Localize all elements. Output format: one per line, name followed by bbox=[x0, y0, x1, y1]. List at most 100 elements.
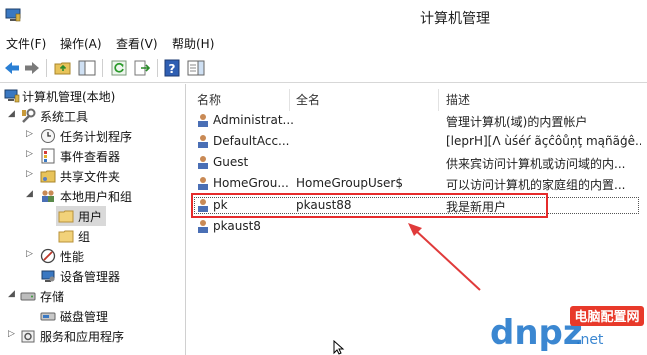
tree-item-performance[interactable]: ▷ 性能 bbox=[0, 246, 186, 266]
toolbar-separator bbox=[102, 59, 103, 77]
tree-label: 用户 bbox=[78, 210, 103, 224]
collapsed-arrow-icon[interactable]: ▷ bbox=[26, 129, 36, 141]
toolbar: ? bbox=[0, 53, 647, 83]
user-icon bbox=[198, 156, 208, 169]
svg-text:.net: .net bbox=[576, 332, 604, 348]
show-hide-console-tree-icon[interactable] bbox=[78, 59, 96, 77]
tree-item-root[interactable]: 计算机管理(本地) bbox=[0, 86, 186, 106]
user-description: 供来宾访问计算机或访问域的内... bbox=[446, 157, 626, 171]
user-name: pkaust8 bbox=[213, 219, 261, 233]
user-icon bbox=[198, 177, 208, 190]
tree-item-system-tools[interactable]: ◢ 系统工具 bbox=[0, 106, 186, 126]
forward-icon[interactable] bbox=[23, 59, 41, 77]
user-icon bbox=[198, 114, 208, 127]
menu-file[interactable]: 文件(F) bbox=[6, 35, 46, 52]
column-description[interactable]: 描述 bbox=[446, 91, 470, 108]
tree-item-local-users-groups[interactable]: ◢ 本地用户和组 bbox=[0, 186, 186, 206]
mouse-cursor-icon bbox=[333, 340, 345, 355]
table-row[interactable]: HomeGrou... HomeGroupUser$ 可以访问计算机的家庭组的内… bbox=[188, 173, 647, 194]
column-fullname[interactable]: 全名 bbox=[296, 91, 320, 108]
expanded-arrow-icon[interactable]: ◢ bbox=[26, 189, 36, 201]
event-viewer-icon bbox=[41, 148, 55, 164]
user-name: Administrat... bbox=[213, 113, 293, 127]
tree-item-services-apps[interactable]: ▷ 服务和应用程序 bbox=[0, 326, 186, 346]
toolbar-separator bbox=[46, 59, 47, 77]
up-folder-icon[interactable] bbox=[54, 59, 72, 77]
toolbar-separator bbox=[157, 59, 158, 77]
tree-label: 存储 bbox=[40, 290, 65, 304]
tree-label: 本地用户和组 bbox=[60, 190, 133, 204]
tree-label: 共享文件夹 bbox=[60, 170, 121, 184]
tree-item-shared-folders[interactable]: ▷ 共享文件夹 bbox=[0, 166, 186, 186]
user-name: HomeGrou... bbox=[213, 176, 289, 190]
watermark-logo: dnpz .net 电脑配置网 bbox=[490, 306, 644, 353]
table-row[interactable]: Guest 供来宾访问计算机或访问域的内... bbox=[188, 152, 647, 173]
help-icon[interactable]: ? bbox=[163, 59, 181, 77]
tools-icon bbox=[22, 108, 36, 123]
tree-label: 磁盘管理 bbox=[60, 310, 109, 324]
tree-item-task-scheduler[interactable]: ▷ 任务计划程序 bbox=[0, 126, 186, 146]
window-title: 计算机管理 bbox=[420, 11, 490, 27]
tree-label: 设备管理器 bbox=[60, 270, 121, 284]
tree-item-users[interactable]: 用户 bbox=[0, 206, 186, 226]
properties-pane-icon[interactable] bbox=[187, 59, 205, 77]
back-icon[interactable] bbox=[3, 59, 21, 77]
tree-label: 组 bbox=[78, 230, 91, 244]
tree-label: 系统工具 bbox=[40, 110, 89, 124]
menu-action[interactable]: 操作(A) bbox=[60, 35, 102, 52]
disk-management-icon bbox=[40, 312, 56, 321]
svg-text:?: ? bbox=[169, 62, 176, 76]
user-description: 管理计算机(域)的内置帐户 bbox=[446, 115, 588, 129]
services-icon bbox=[21, 330, 35, 343]
refresh-icon[interactable] bbox=[110, 59, 128, 77]
table-row[interactable]: Administrat... 管理计算机(域)的内置帐户 bbox=[188, 110, 647, 131]
annotation-arrow bbox=[408, 223, 481, 291]
user-icon bbox=[198, 135, 208, 148]
collapsed-arrow-icon[interactable]: ▷ bbox=[8, 329, 18, 341]
tree-item-device-manager[interactable]: 设备管理器 bbox=[0, 266, 186, 286]
annotation-highlight-box bbox=[191, 193, 548, 218]
column-divider[interactable] bbox=[289, 89, 290, 111]
folder-icon bbox=[58, 210, 74, 223]
user-description: [leprH][Λ ùśéŕ ãçĉôůņţ mąñãģê... bbox=[446, 134, 641, 148]
table-row[interactable]: DefaultAcc... [leprH][Λ ùśéŕ ãçĉôůņţ mąñ… bbox=[188, 131, 647, 152]
console-tree: 计算机管理(本地) ◢ 系统工具 ▷ 任务计划程序 ▷ 事件查看器 ▷ 共享文件… bbox=[0, 84, 186, 355]
tree-item-event-viewer[interactable]: ▷ 事件查看器 bbox=[0, 146, 186, 166]
expanded-arrow-icon[interactable]: ◢ bbox=[8, 289, 18, 301]
user-fullname: HomeGroupUser$ bbox=[296, 176, 403, 190]
computer-management-icon bbox=[5, 8, 21, 22]
export-list-icon[interactable] bbox=[133, 59, 151, 77]
tree-label: 服务和应用程序 bbox=[40, 330, 125, 344]
tree-label: 计算机管理(本地) bbox=[22, 90, 116, 104]
tree-item-groups[interactable]: 组 bbox=[0, 226, 186, 246]
collapsed-arrow-icon[interactable]: ▷ bbox=[26, 149, 36, 161]
column-name[interactable]: 名称 bbox=[197, 91, 221, 108]
title-bar: 计算机管理 bbox=[0, 0, 647, 32]
user-description: 可以访问计算机的家庭组的内置... bbox=[446, 178, 626, 192]
device-manager-icon bbox=[41, 270, 55, 282]
menu-view[interactable]: 查看(V) bbox=[116, 35, 158, 52]
tree-item-storage[interactable]: ◢ 存储 bbox=[0, 286, 186, 306]
folder-icon bbox=[58, 230, 74, 243]
svg-text:电脑配置网: 电脑配置网 bbox=[574, 309, 639, 325]
collapsed-arrow-icon[interactable]: ▷ bbox=[26, 169, 36, 181]
users-group-icon bbox=[42, 190, 54, 202]
list-header: 名称 全名 描述 bbox=[188, 89, 647, 111]
collapsed-arrow-icon[interactable]: ▷ bbox=[26, 249, 36, 261]
performance-icon bbox=[40, 248, 56, 264]
user-icon bbox=[198, 220, 208, 233]
menu-help[interactable]: 帮助(H) bbox=[172, 35, 214, 52]
storage-icon bbox=[20, 292, 36, 301]
user-name: DefaultAcc... bbox=[213, 134, 290, 148]
tree-label: 任务计划程序 bbox=[60, 130, 133, 144]
column-divider[interactable] bbox=[438, 89, 439, 111]
expanded-arrow-icon[interactable]: ◢ bbox=[8, 109, 18, 121]
user-name: Guest bbox=[213, 155, 249, 169]
tree-item-disk-management[interactable]: 磁盘管理 bbox=[0, 306, 186, 326]
menu-bar: 文件(F) 操作(A) 查看(V) 帮助(H) bbox=[0, 32, 647, 53]
clock-icon bbox=[41, 129, 55, 143]
tree-label: 性能 bbox=[60, 250, 85, 264]
shared-folder-icon bbox=[40, 170, 56, 183]
tree-label: 事件查看器 bbox=[60, 150, 121, 164]
svg-text:dnpz: dnpz bbox=[490, 313, 583, 353]
